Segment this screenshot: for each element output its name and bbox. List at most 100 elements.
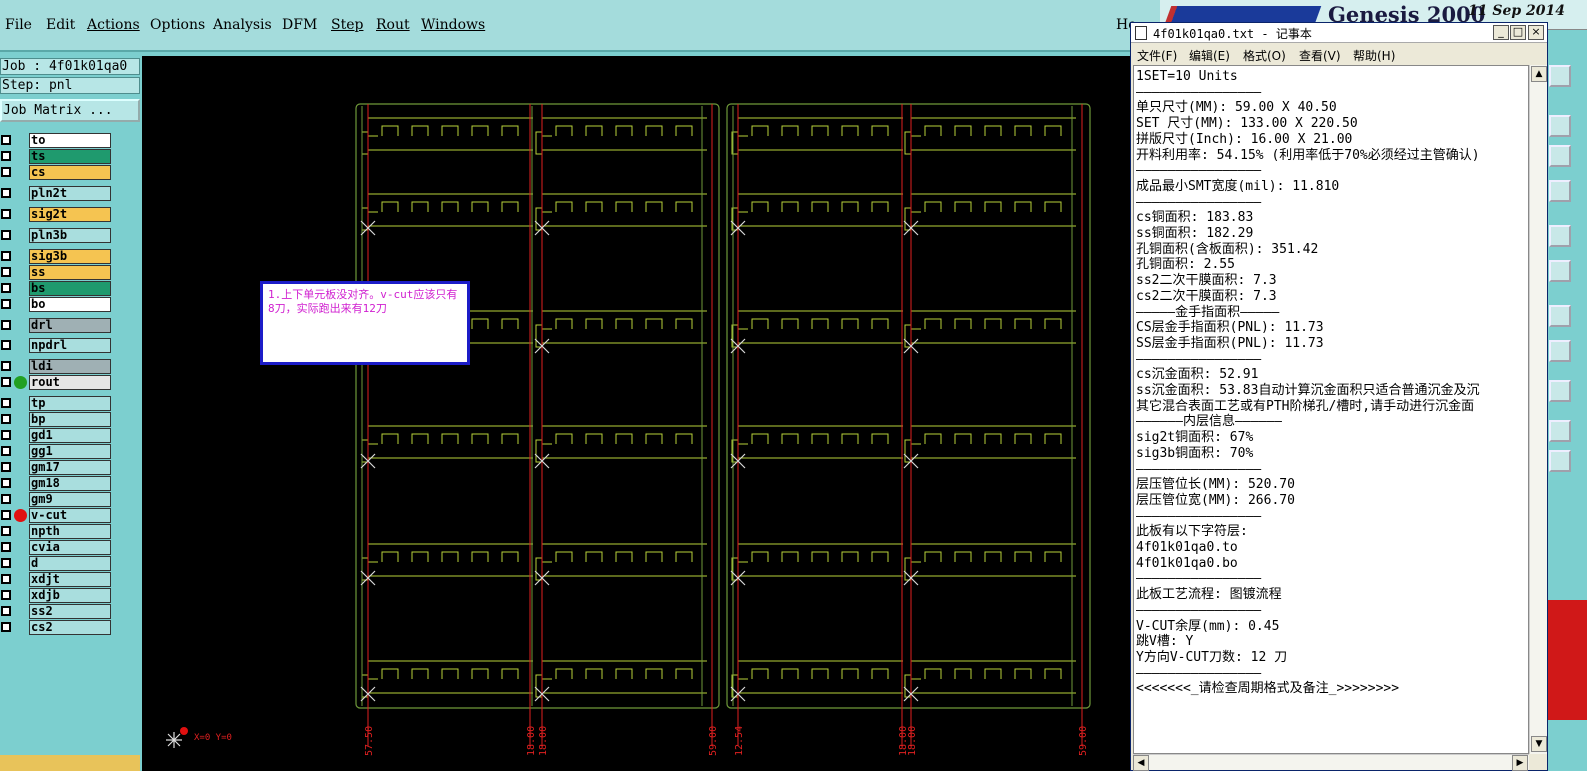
layer-row[interactable]: bp <box>0 412 114 427</box>
layer-checkbox[interactable] <box>1 167 11 177</box>
layer-checkbox[interactable] <box>1 574 11 584</box>
toolbar-button[interactable] <box>1549 420 1571 442</box>
layer-name[interactable]: gm17 <box>29 460 111 475</box>
layer-checkbox[interactable] <box>1 299 11 309</box>
layer-row[interactable]: gm9 <box>0 492 114 507</box>
layer-row[interactable]: gm18 <box>0 476 114 491</box>
layer-checkbox[interactable] <box>1 230 11 240</box>
layer-checkbox[interactable] <box>1 188 11 198</box>
minimize-icon[interactable]: _ <box>1493 25 1509 40</box>
np-menu-format[interactable]: 格式(O) <box>1243 47 1286 64</box>
scroll-left-icon[interactable]: ◀ <box>1133 755 1149 771</box>
layer-name[interactable]: cs <box>29 165 111 180</box>
layer-row[interactable]: cvia <box>0 540 114 555</box>
layer-name[interactable]: gd1 <box>29 428 111 443</box>
layer-row[interactable]: ss2 <box>0 604 114 619</box>
np-menu-edit[interactable]: 编辑(E) <box>1189 47 1230 64</box>
layer-row[interactable]: tp <box>0 396 114 411</box>
layer-row[interactable]: pln2t <box>0 186 114 201</box>
scroll-down-icon[interactable]: ▼ <box>1531 736 1547 752</box>
layer-checkbox[interactable] <box>1 510 11 520</box>
horizontal-scrollbar[interactable]: ◀ ▶ <box>1133 754 1529 771</box>
layer-checkbox[interactable] <box>1 283 11 293</box>
layer-checkbox[interactable] <box>1 398 11 408</box>
notepad-window[interactable]: 4f01k01qa0.txt - 记事本 _ □ × 文件(F) 编辑(E) 格… <box>1130 22 1548 771</box>
notepad-titlebar[interactable]: 4f01k01qa0.txt - 记事本 _ □ × <box>1131 23 1547 43</box>
layer-checkbox[interactable] <box>1 606 11 616</box>
layer-name[interactable]: gm9 <box>29 492 111 507</box>
layer-checkbox[interactable] <box>1 478 11 488</box>
layer-row[interactable]: gd1 <box>0 428 114 443</box>
layer-checkbox[interactable] <box>1 558 11 568</box>
graphic-canvas[interactable]: 57.50 18.00 18.00 59.00 12.54 18.00 18.00 59.00… <box>142 56 1130 771</box>
layer-name[interactable]: xdjb <box>29 588 111 603</box>
layer-row[interactable]: ss <box>0 265 114 280</box>
menu-analysis[interactable]: Analysis <box>213 17 272 33</box>
toolbar-button[interactable] <box>1549 65 1571 87</box>
np-menu-file[interactable]: 文件(F) <box>1137 47 1177 64</box>
layer-row[interactable]: v-cut <box>0 508 114 523</box>
layer-row[interactable]: npdrl <box>0 338 114 353</box>
toolbar-button[interactable] <box>1549 145 1571 167</box>
layer-name[interactable]: rout <box>29 375 111 390</box>
layer-row[interactable]: d <box>0 556 114 571</box>
menu-edit[interactable]: Edit <box>46 17 75 33</box>
layer-checkbox[interactable] <box>1 462 11 472</box>
layer-checkbox[interactable] <box>1 446 11 456</box>
layer-checkbox[interactable] <box>1 622 11 632</box>
layer-checkbox[interactable] <box>1 590 11 600</box>
layer-name[interactable]: cvia <box>29 540 111 555</box>
layer-name[interactable]: bo <box>29 297 111 312</box>
layer-name[interactable]: v-cut <box>29 508 111 523</box>
layer-checkbox[interactable] <box>1 135 11 145</box>
notepad-text-area[interactable]: 1SET=10 Units ———————————————— 单只尺寸(MM): 5… <box>1133 65 1529 754</box>
layer-row[interactable]: sig3b <box>0 249 114 264</box>
layer-name[interactable]: ss <box>29 265 111 280</box>
job-matrix-button[interactable]: Job Matrix ... <box>0 99 140 122</box>
menu-options[interactable]: Options <box>150 17 205 33</box>
layer-name[interactable]: npdrl <box>29 338 111 353</box>
layer-checkbox[interactable] <box>1 542 11 552</box>
scroll-right-icon[interactable]: ▶ <box>1512 755 1528 771</box>
layer-name[interactable]: ss2 <box>29 604 111 619</box>
layer-name[interactable]: bs <box>29 281 111 296</box>
menu-windows[interactable]: Windows <box>421 17 485 33</box>
toolbar-button[interactable] <box>1549 115 1571 137</box>
menu-rout[interactable]: Rout <box>376 17 410 33</box>
layer-name[interactable]: npth <box>29 524 111 539</box>
vertical-scrollbar[interactable]: ▲ ▼ <box>1529 65 1547 754</box>
layer-name[interactable]: gg1 <box>29 444 111 459</box>
layer-name[interactable]: ts <box>29 149 111 164</box>
layer-name[interactable]: drl <box>29 318 111 333</box>
layer-row[interactable]: gg1 <box>0 444 114 459</box>
layer-row[interactable]: pln3b <box>0 228 114 243</box>
toolbar-button[interactable] <box>1549 260 1571 282</box>
layer-checkbox[interactable] <box>1 526 11 536</box>
layer-name[interactable]: ldi <box>29 359 111 374</box>
layer-checkbox[interactable] <box>1 267 11 277</box>
close-icon[interactable]: × <box>1528 25 1544 40</box>
layer-row[interactable]: ldi <box>0 359 114 374</box>
layer-checkbox[interactable] <box>1 320 11 330</box>
np-menu-view[interactable]: 查看(V) <box>1299 47 1341 64</box>
layer-name[interactable]: bp <box>29 412 111 427</box>
layer-checkbox[interactable] <box>1 414 11 424</box>
menu-actions[interactable]: Actions <box>87 17 140 33</box>
layer-row[interactable]: to <box>0 133 114 148</box>
layer-row[interactable]: cs2 <box>0 620 114 635</box>
layer-checkbox[interactable] <box>1 251 11 261</box>
layer-row[interactable]: ts <box>0 149 114 164</box>
menu-dfm[interactable]: DFM <box>282 17 317 33</box>
maximize-icon[interactable]: □ <box>1510 25 1526 40</box>
menu-step[interactable]: Step <box>331 17 363 33</box>
layer-row[interactable]: drl <box>0 318 114 333</box>
layer-row[interactable]: cs <box>0 165 114 180</box>
layer-name[interactable]: to <box>29 133 111 148</box>
layer-name[interactable]: gm18 <box>29 476 111 491</box>
layer-row[interactable]: sig2t <box>0 207 114 222</box>
layer-checkbox[interactable] <box>1 340 11 350</box>
np-menu-help[interactable]: 帮助(H) <box>1353 47 1395 64</box>
layer-row[interactable]: bo <box>0 297 114 312</box>
layer-name[interactable]: pln3b <box>29 228 111 243</box>
toolbar-button[interactable] <box>1549 340 1571 362</box>
